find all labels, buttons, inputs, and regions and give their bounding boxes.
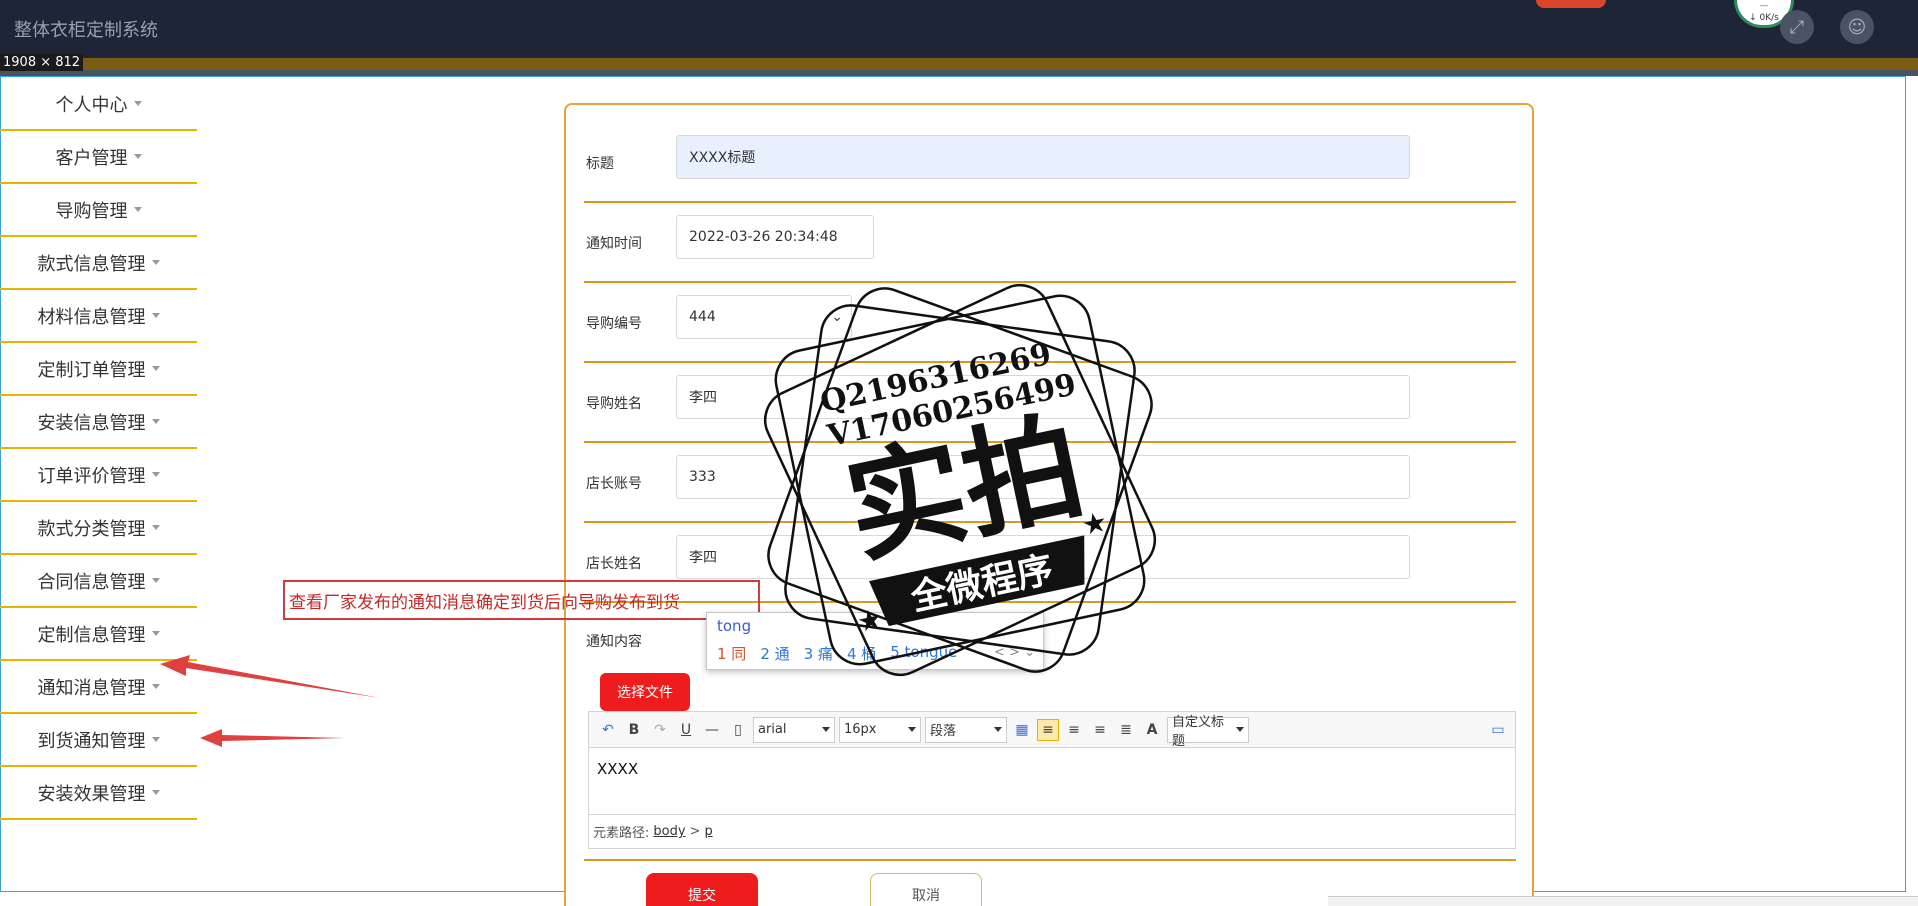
- size-badge: 1908 × 812: [0, 54, 84, 71]
- watermark-stamp: Q2196316269 V17060256499 实拍 全微程序 ★ ★: [763, 283, 1157, 677]
- arrow-arrival: [200, 729, 345, 747]
- star-icon: ★: [1079, 505, 1110, 542]
- arrow-notification: [160, 655, 380, 698]
